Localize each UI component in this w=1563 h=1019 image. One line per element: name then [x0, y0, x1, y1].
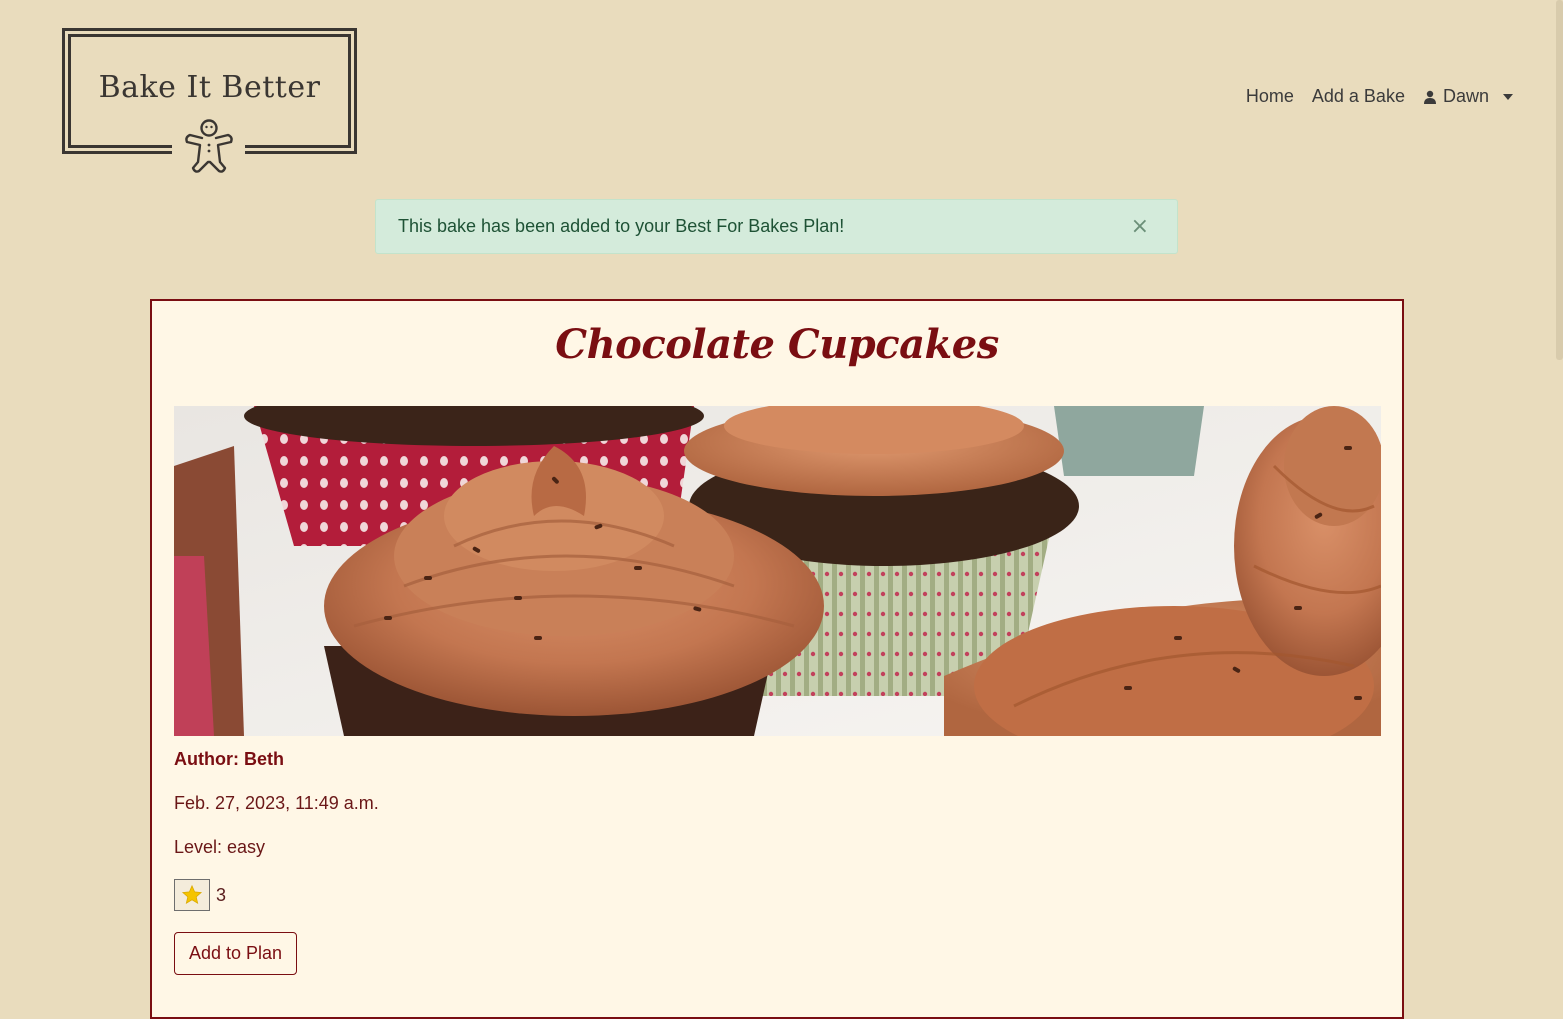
alert-message: This bake has been added to your Best Fo…	[398, 216, 845, 236]
add-to-plan-button[interactable]: Add to Plan	[174, 932, 298, 975]
bake-date: Feb. 27, 2023, 11:49 a.m.	[174, 793, 379, 813]
star-icon	[181, 884, 203, 905]
bake-image	[174, 406, 1381, 736]
bake-title: Chocolate Cupcakes	[555, 321, 999, 368]
bake-author: Author: Beth	[174, 749, 284, 769]
chevron-down-icon	[1503, 93, 1513, 100]
rating: 3	[174, 879, 226, 911]
user-dropdown-toggle[interactable]: Dawn	[1423, 86, 1513, 107]
logo-bottom-line-left-inner	[68, 145, 172, 148]
star-button[interactable]	[174, 879, 210, 911]
bake-level: Level: easy	[174, 837, 266, 857]
rating-count: 3	[216, 884, 227, 905]
logo-text: Bake It Better	[98, 70, 321, 105]
user-icon	[1423, 90, 1436, 104]
gingerbread-man-icon	[185, 119, 233, 173]
logo-bottom-line-right-outer	[245, 151, 357, 154]
scrollbar-thumb[interactable]	[1556, 0, 1563, 360]
nav-home-link[interactable]: Home	[1246, 86, 1294, 107]
user-name: Dawn	[1442, 86, 1489, 106]
nav-add-bake-link[interactable]: Add a Bake	[1312, 86, 1405, 107]
close-icon[interactable]: ×	[1131, 214, 1155, 239]
logo-bottom-line-right-inner	[245, 145, 351, 148]
scrollbar[interactable]	[1556, 0, 1563, 987]
logo-bottom-line-left-outer	[62, 151, 172, 154]
main-nav: Home Add a Bake Dawn	[1246, 86, 1513, 107]
site-logo[interactable]: Bake It Better	[62, 28, 357, 174]
success-alert: This bake has been added to your Best Fo…	[375, 199, 1178, 254]
bake-detail-card: Chocolate Cupcakes Author: Beth Feb. 27,…	[150, 299, 1404, 1019]
